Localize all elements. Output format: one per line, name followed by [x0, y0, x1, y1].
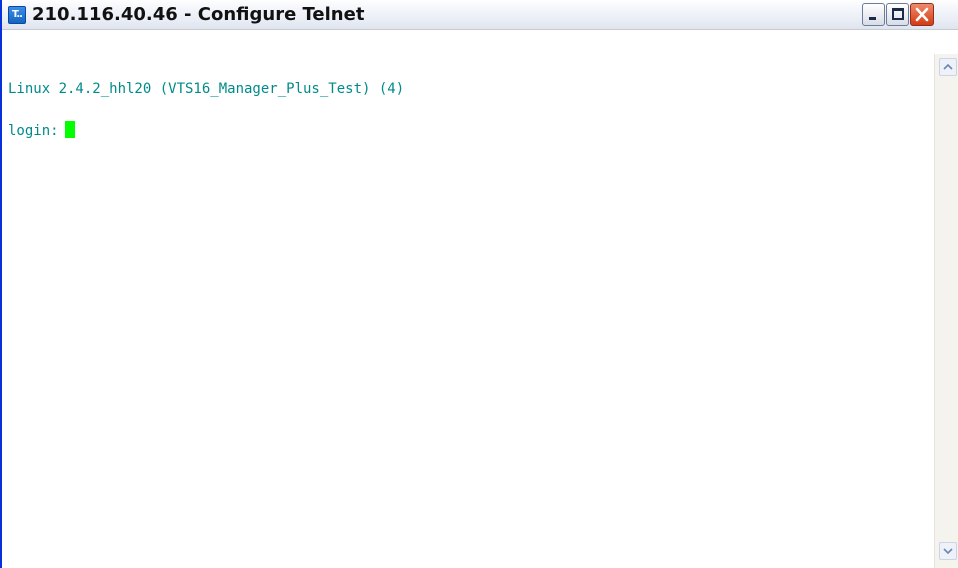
terminal-area[interactable]: Linux 2.4.2_hhl20 (VTS16_Manager_Plus_Te… — [2, 30, 934, 568]
close-button[interactable] — [910, 3, 934, 26]
vertical-scrollbar[interactable] — [934, 54, 958, 568]
close-icon — [915, 7, 929, 22]
terminal-cursor — [64, 121, 75, 138]
minimize-button[interactable] — [862, 3, 885, 26]
maximize-icon — [892, 8, 904, 20]
window-title: 210.116.40.46 - Configure Telnet — [32, 4, 365, 25]
scroll-down-arrow-icon — [943, 548, 953, 555]
scroll-up-button[interactable] — [939, 58, 957, 76]
scroll-down-button[interactable] — [939, 542, 957, 560]
scrollbar-top-gap — [934, 30, 958, 54]
minimize-icon — [869, 17, 876, 20]
telnet-app-icon[interactable]: T.. — [8, 6, 26, 24]
terminal-banner-line: Linux 2.4.2_hhl20 (VTS16_Manager_Plus_Te… — [8, 81, 405, 97]
title-bar[interactable]: T.. 210.116.40.46 - Configure Telnet — [2, 0, 958, 30]
terminal-login-line[interactable]: login: — [8, 121, 75, 140]
login-prompt: login: — [8, 123, 59, 139]
telnet-window: T.. 210.116.40.46 - Configure Telnet Lin… — [0, 0, 958, 568]
scroll-up-arrow-icon — [943, 63, 953, 70]
maximize-button[interactable] — [886, 3, 909, 26]
